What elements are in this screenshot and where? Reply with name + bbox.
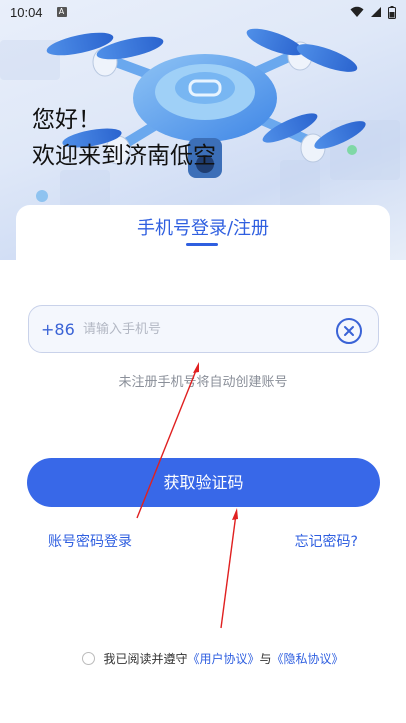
- notification-badge: A: [56, 7, 67, 17]
- password-login-link[interactable]: 账号密码登录: [48, 531, 132, 551]
- forgot-password-link[interactable]: 忘记密码?: [295, 531, 358, 551]
- phone-input[interactable]: [83, 321, 323, 337]
- status-time: 10:04: [10, 4, 43, 20]
- greeting-line-2: 欢迎来到济南低空: [32, 143, 216, 169]
- greeting-line-1: 您好！: [32, 107, 101, 133]
- clear-button[interactable]: [336, 318, 362, 344]
- register-hint: 未注册手机号将自动创建账号: [118, 375, 288, 390]
- signal-icon: [371, 7, 381, 17]
- agreement-joiner: 与: [259, 652, 272, 666]
- phone-field: +86: [28, 305, 379, 353]
- agreement-prefix: 我已阅读并遵守: [103, 652, 188, 666]
- country-code[interactable]: +86: [41, 320, 81, 339]
- greeting: 您好！ 欢迎来到济南低空: [32, 104, 216, 176]
- status-bar: 10:04 A: [0, 0, 406, 24]
- agreement-checkbox[interactable]: [82, 652, 96, 665]
- user-agreement-link[interactable]: 《用户协议》: [187, 650, 259, 667]
- tab-underline: [186, 243, 218, 246]
- battery-icon: [388, 5, 396, 19]
- tab-phone-login[interactable]: 手机号登录/注册: [0, 214, 406, 240]
- privacy-agreement-link[interactable]: 《隐私协议》: [272, 650, 344, 667]
- wifi-icon: [350, 6, 364, 17]
- agreement-row: 我已阅读并遵守 《用户协议》 与 《隐私协议》: [0, 650, 406, 667]
- get-code-button[interactable]: 获取验证码: [27, 458, 380, 507]
- close-icon: [344, 326, 354, 336]
